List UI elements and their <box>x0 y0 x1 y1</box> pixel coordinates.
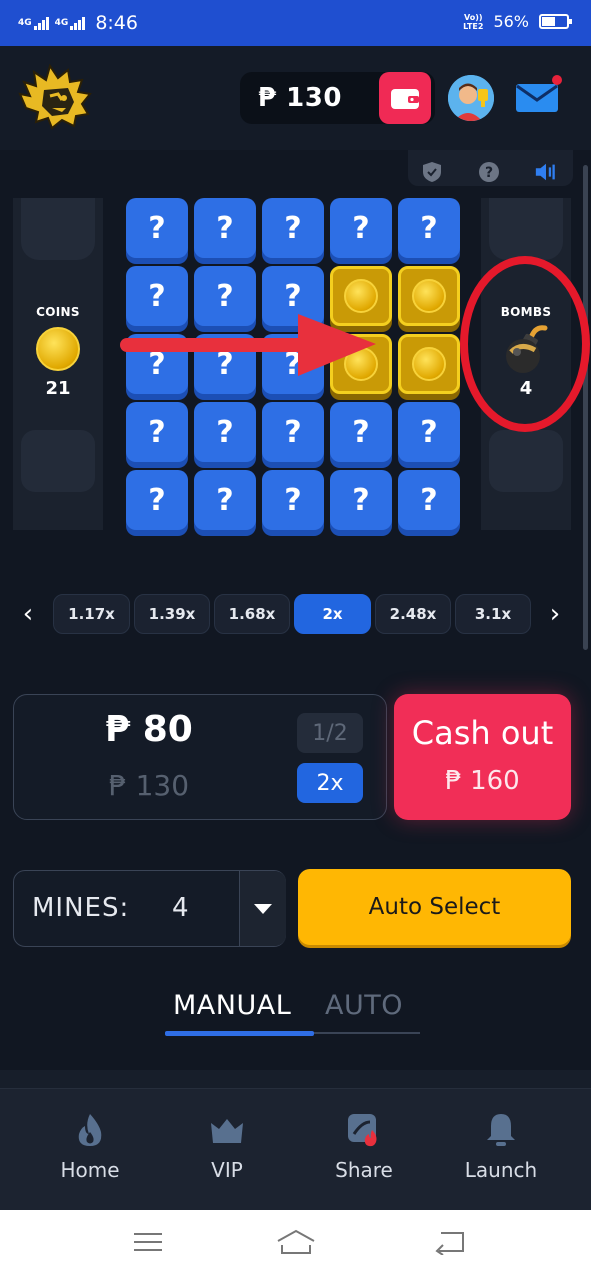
tile-hidden[interactable]: ? <box>126 470 188 530</box>
multiplier-prev-button[interactable]: ‹ <box>16 598 40 630</box>
avatar[interactable] <box>448 75 494 121</box>
signal-icon-1 <box>33 16 49 30</box>
nav-share[interactable]: Share <box>309 1112 419 1192</box>
currency-symbol: ₱ <box>258 83 277 113</box>
status-bar: 4G 4G 8:46 Vo)) LTE2 56% <box>0 0 591 46</box>
wallet-icon <box>391 89 419 109</box>
nav-share-label: Share <box>335 1158 393 1182</box>
tile-hidden[interactable]: ? <box>398 402 460 462</box>
bell-icon <box>483 1112 519 1148</box>
cash-out-label: Cash out <box>411 714 554 752</box>
status-right: Vo)) LTE2 56% <box>463 12 572 31</box>
sound-icon[interactable] <box>534 160 558 184</box>
signal-icon-2 <box>70 16 86 30</box>
tile-hidden[interactable]: ? <box>398 198 460 258</box>
tile-hidden[interactable]: ? <box>194 198 256 258</box>
shield-icon[interactable] <box>420 160 444 184</box>
coin-icon <box>412 347 446 381</box>
nav-vip-label: VIP <box>211 1158 243 1182</box>
volte-line-1: Vo)) <box>464 12 483 22</box>
lion-logo[interactable] <box>18 63 92 130</box>
balance-value: 130 <box>286 83 342 113</box>
tile-coin[interactable] <box>398 334 460 394</box>
panel-decoration <box>489 198 563 260</box>
volte-indicator: Vo)) LTE2 <box>463 13 483 31</box>
coin-icon <box>36 327 80 371</box>
multiplier-next-button[interactable]: › <box>543 598 567 630</box>
tile-hidden[interactable]: ? <box>126 198 188 258</box>
coin-icon <box>412 279 446 313</box>
mail-icon <box>516 84 558 112</box>
network-type-2: 4G <box>54 17 69 28</box>
nav-launch-label: Launch <box>464 1158 538 1182</box>
tab-auto[interactable]: AUTO <box>325 990 403 1021</box>
nav-home[interactable]: Home <box>35 1112 145 1192</box>
multiplier-4[interactable]: 2.48x <box>375 594 451 634</box>
wallet-button[interactable] <box>379 72 431 124</box>
svg-text:?: ? <box>485 165 493 181</box>
multiplier-1[interactable]: 1.39x <box>134 594 210 634</box>
back-icon[interactable] <box>430 1224 470 1260</box>
coins-label: COINS <box>36 305 80 319</box>
clock: 8:46 <box>95 12 138 34</box>
notification-dot <box>552 75 562 85</box>
red-arrow-annotation <box>120 314 376 376</box>
tile-hidden[interactable]: ? <box>330 470 392 530</box>
tile-hidden[interactable]: ? <box>262 402 324 462</box>
multiplier-2[interactable]: 1.68x <box>214 594 290 634</box>
mail-button[interactable] <box>514 80 560 114</box>
battery-percent: 56% <box>493 12 529 31</box>
tile-hidden[interactable]: ? <box>330 402 392 462</box>
tile-hidden[interactable]: ? <box>126 402 188 462</box>
tile-hidden[interactable]: ? <box>194 402 256 462</box>
tab-active-indicator <box>165 1031 314 1036</box>
network-type-1: 4G <box>18 17 32 28</box>
mines-value: 4 <box>172 893 189 923</box>
bet-balance: ₱ 130 <box>108 769 190 802</box>
panel-decoration <box>21 430 95 492</box>
tile-hidden[interactable]: ? <box>194 470 256 530</box>
half-bet-button[interactable]: 1/2 <box>297 713 363 753</box>
panel-decoration <box>21 198 95 260</box>
mines-label: MINES: <box>32 893 130 923</box>
cash-out-button[interactable]: Cash out ₱ 160 <box>394 694 571 820</box>
nav-vip[interactable]: VIP <box>172 1112 282 1192</box>
cash-out-amount: ₱ 160 <box>445 766 520 796</box>
tile-hidden[interactable]: ? <box>262 198 324 258</box>
tile-hidden[interactable]: ? <box>398 470 460 530</box>
nav-home-label: Home <box>60 1158 120 1182</box>
tile-coin[interactable] <box>398 266 460 326</box>
double-bet-button[interactable]: 2x <box>297 763 363 803</box>
home-icon[interactable] <box>276 1224 316 1260</box>
share-icon <box>346 1112 382 1148</box>
coins-panel: COINS 21 <box>13 198 103 530</box>
mines-dropdown-button[interactable] <box>239 871 286 946</box>
volte-line-2: LTE2 <box>463 21 484 31</box>
help-icon[interactable]: ? <box>477 160 501 184</box>
battery-icon <box>539 14 572 29</box>
flame-icon <box>72 1112 108 1148</box>
multiplier-3[interactable]: 2x <box>294 594 371 634</box>
tile-hidden[interactable]: ? <box>262 470 324 530</box>
multiplier-5[interactable]: 3.1x <box>455 594 531 634</box>
bet-panel: ₱ 80 ₱ 130 1/2 2x <box>13 694 387 820</box>
crown-icon <box>209 1112 245 1148</box>
tab-manual[interactable]: MANUAL <box>173 990 291 1021</box>
balance-amount: ₱ 130 <box>258 83 342 113</box>
bottom-separator <box>0 1070 591 1090</box>
multiplier-0[interactable]: 1.17x <box>53 594 130 634</box>
bet-amount[interactable]: ₱ 80 <box>14 709 284 750</box>
mines-select[interactable]: MINES: 4 <box>13 870 286 947</box>
nav-launch[interactable]: Launch <box>446 1112 556 1192</box>
chevron-down-icon <box>254 903 272 914</box>
panel-decoration <box>489 430 563 492</box>
coins-count: 21 <box>45 378 71 399</box>
red-circle-annotation <box>460 256 590 432</box>
menu-icon[interactable] <box>128 1224 168 1260</box>
tile-hidden[interactable]: ? <box>330 198 392 258</box>
scrollbar[interactable] <box>583 165 588 650</box>
auto-select-button[interactable]: Auto Select <box>298 869 571 945</box>
